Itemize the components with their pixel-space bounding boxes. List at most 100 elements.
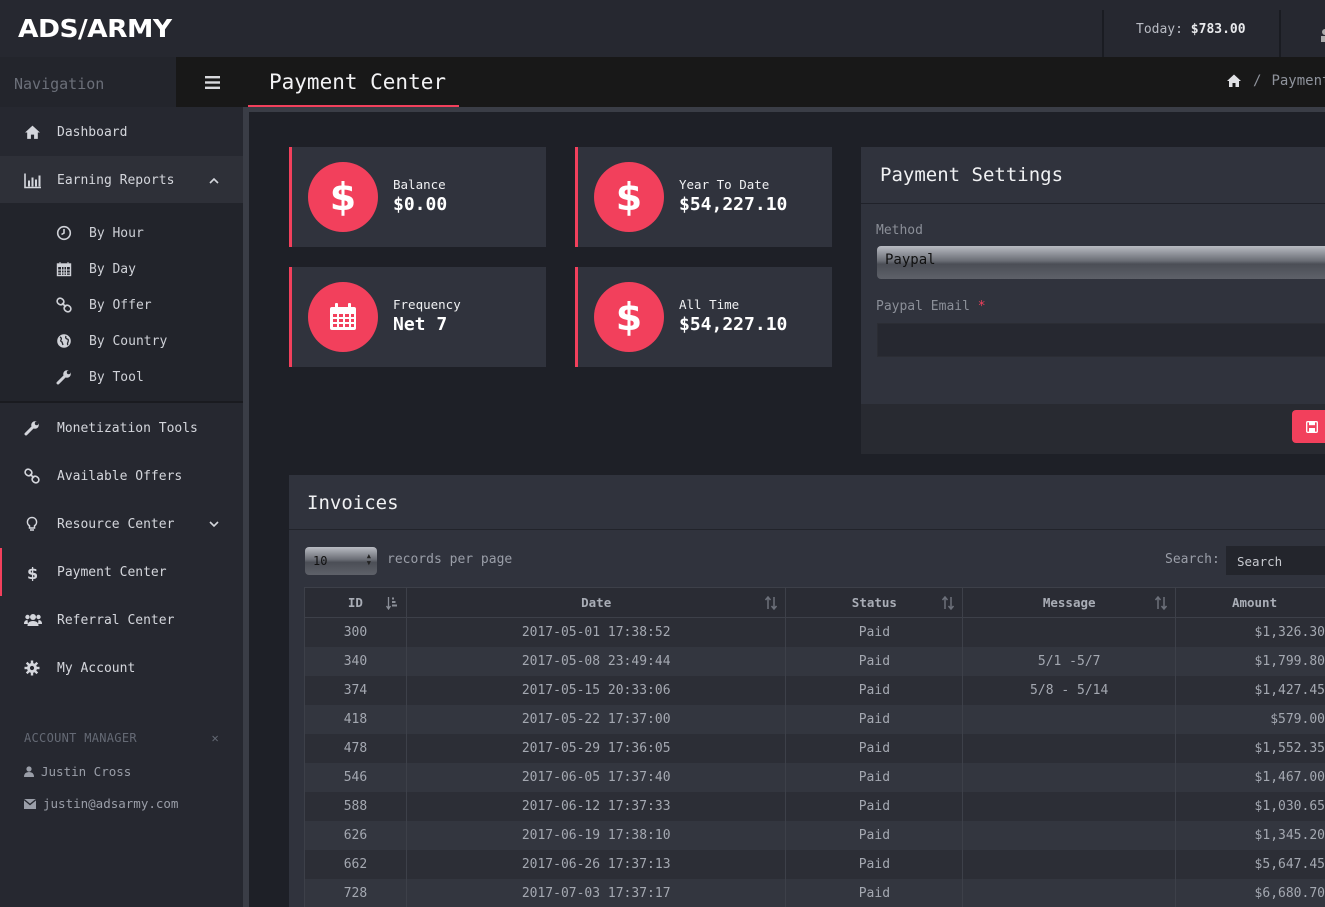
column-header-message[interactable]: Message [962, 587, 1177, 618]
table-row[interactable]: 626 2017-06-19 17:38:10 Paid $1,345.20 [304, 820, 1325, 850]
sidebar-subitem-by-country[interactable]: By Country [0, 323, 243, 359]
cell-id: 662 [304, 849, 407, 879]
table-header-row: ID Date Status Message Amount [304, 587, 1325, 618]
hamburger-icon [204, 75, 220, 89]
sidebar-item-label: Monetization Tools [57, 420, 198, 436]
sidebar-item-my-account[interactable]: My Account [0, 644, 243, 692]
user-icon [24, 766, 34, 777]
today-earnings: Today: $783.00 [1136, 22, 1246, 37]
save-button[interactable] [1292, 410, 1325, 443]
sidebar-item-label: Dashboard [57, 124, 128, 140]
table-row[interactable]: 478 2017-05-29 17:36:05 Paid $1,552.35 [304, 733, 1325, 763]
cell-date: 2017-05-15 20:33:06 [405, 675, 787, 705]
sidebar-item-earning-reports[interactable]: Earning Reports [0, 156, 243, 204]
sort-icon [765, 596, 778, 610]
cell-message [962, 733, 1177, 763]
calendar-icon [56, 261, 73, 278]
logo[interactable]: ADS/ARMY [18, 14, 172, 43]
sidebar-item-dashboard[interactable]: Dashboard [0, 108, 243, 156]
close-icon[interactable]: ✕ [211, 731, 219, 745]
payment-settings-title: Payment Settings [880, 164, 1064, 186]
floppy-disk-icon [1306, 420, 1318, 433]
column-header-label: Message [1042, 595, 1096, 610]
svg-text:$: $ [27, 564, 38, 581]
sidebar-item-resource-center[interactable]: Resource Center [0, 500, 243, 548]
envelope-icon [24, 798, 36, 809]
sidebar-subitem-by-hour[interactable]: By Hour [0, 215, 243, 251]
sidebar-item-payment-center[interactable]: $ Payment Center [0, 548, 243, 596]
paypal-email-label: Paypal Email * [876, 299, 986, 314]
sidebar-item-monetization-tools[interactable]: Monetization Tools [0, 404, 243, 452]
home-icon[interactable] [1225, 73, 1243, 89]
table-row[interactable]: 374 2017-05-15 20:33:06 Paid 5/8 - 5/14 … [304, 675, 1325, 705]
link-icon [24, 467, 41, 485]
nav-title: Navigation [0, 57, 176, 107]
cell-message [962, 617, 1177, 647]
table-row[interactable]: 340 2017-05-08 23:49:44 Paid 5/1 -5/7 $1… [304, 646, 1325, 676]
paypal-email-field[interactable] [877, 323, 1325, 357]
users-icon [24, 612, 42, 629]
top-bar: ADS/ARMY Today: $783.00 [0, 0, 1325, 57]
breadcrumb-current: Payment Center [1271, 73, 1325, 89]
home-icon [24, 124, 41, 141]
bar-chart-icon [24, 172, 41, 189]
table-row[interactable]: 662 2017-06-26 17:37:13 Paid $5,647.45 [304, 849, 1325, 879]
cell-date: 2017-05-08 23:49:44 [405, 646, 787, 676]
account-manager-email-text[interactable]: justin@adsarmy.com [43, 796, 178, 811]
sidebar-subitem-by-tool[interactable]: By Tool [0, 359, 243, 395]
table-row[interactable]: 728 2017-07-03 17:37:17 Paid $6,680.70 [304, 878, 1325, 907]
sidebar-scrollbar[interactable] [243, 107, 249, 907]
sidebar-item-available-offers[interactable]: Available Offers [0, 452, 243, 500]
today-label: Today: [1136, 22, 1183, 37]
sidebar-subitem-label: By Tool [89, 369, 144, 385]
sidebar-subitem-by-day[interactable]: By Day [0, 251, 243, 287]
cell-id: 546 [304, 762, 407, 792]
cell-date: 2017-06-05 17:37:40 [405, 762, 787, 792]
page-length-value: 10 [313, 554, 328, 568]
cell-amount: $5,647.45 [1175, 849, 1325, 879]
sidebar-item-referral-center[interactable]: Referral Center [0, 596, 243, 644]
required-mark: * [977, 299, 986, 314]
user-icon[interactable] [1318, 28, 1325, 42]
cell-amount: $1,345.20 [1175, 820, 1325, 850]
method-select[interactable]: Paypal [877, 246, 1325, 279]
table-row[interactable]: 546 2017-06-05 17:37:40 Paid $1,467.00 [304, 762, 1325, 792]
page-length-select[interactable]: 10 ▲ ▼ [305, 547, 377, 575]
payment-settings-form: Method Paypal Paypal Email * [861, 204, 1325, 404]
dollar-icon: $ [24, 564, 41, 581]
wrench-icon [24, 420, 41, 437]
menu-toggle-button[interactable] [176, 57, 248, 107]
stat-card-year-to-date: $ Year To Date $54,227.10 [575, 147, 832, 247]
table-row[interactable]: 588 2017-06-12 17:37:33 Paid $1,030.65 [304, 791, 1325, 821]
column-header-date[interactable]: Date [405, 587, 787, 618]
payment-settings-panel: Payment Settings Method Paypal Paypal Em… [861, 147, 1325, 454]
column-header-id[interactable]: ID [304, 587, 407, 618]
table-row[interactable]: 300 2017-05-01 17:38:52 Paid $1,326.30 [304, 617, 1325, 647]
search-label: Search: [1165, 552, 1220, 567]
sort-ascending-icon [385, 596, 398, 610]
cell-date: 2017-06-19 17:38:10 [405, 820, 787, 850]
table-row[interactable]: 418 2017-05-22 17:37:00 Paid $579.00 [304, 704, 1325, 734]
cell-message: 5/8 - 5/14 [962, 675, 1177, 705]
cell-date: 2017-05-29 17:36:05 [405, 733, 787, 763]
account-manager-email[interactable]: justin@adsarmy.com [24, 796, 178, 811]
cell-message [962, 849, 1177, 879]
column-header-label: ID [347, 595, 363, 610]
sidebar: Navigation Dashboard Earning Reports By … [0, 57, 243, 907]
cell-amount: $1,427.45 [1175, 675, 1325, 705]
search-input[interactable]: Search [1226, 546, 1325, 575]
sidebar-subitem-label: By Offer [89, 297, 152, 313]
stat-label: Balance [393, 177, 446, 192]
dollar-icon: $ [594, 162, 664, 232]
cell-message [962, 820, 1177, 850]
sidebar-subitem-by-offer[interactable]: By Offer [0, 287, 243, 323]
cell-amount: $1,467.00 [1175, 762, 1325, 792]
column-header-status[interactable]: Status [785, 587, 964, 618]
method-label: Method [876, 223, 923, 238]
globe-icon [56, 333, 73, 350]
calendar-icon [308, 282, 378, 352]
column-header-amount[interactable]: Amount [1175, 587, 1325, 618]
header-divider [248, 107, 1325, 112]
cell-id: 626 [304, 820, 407, 850]
stat-value: Net 7 [393, 314, 448, 335]
